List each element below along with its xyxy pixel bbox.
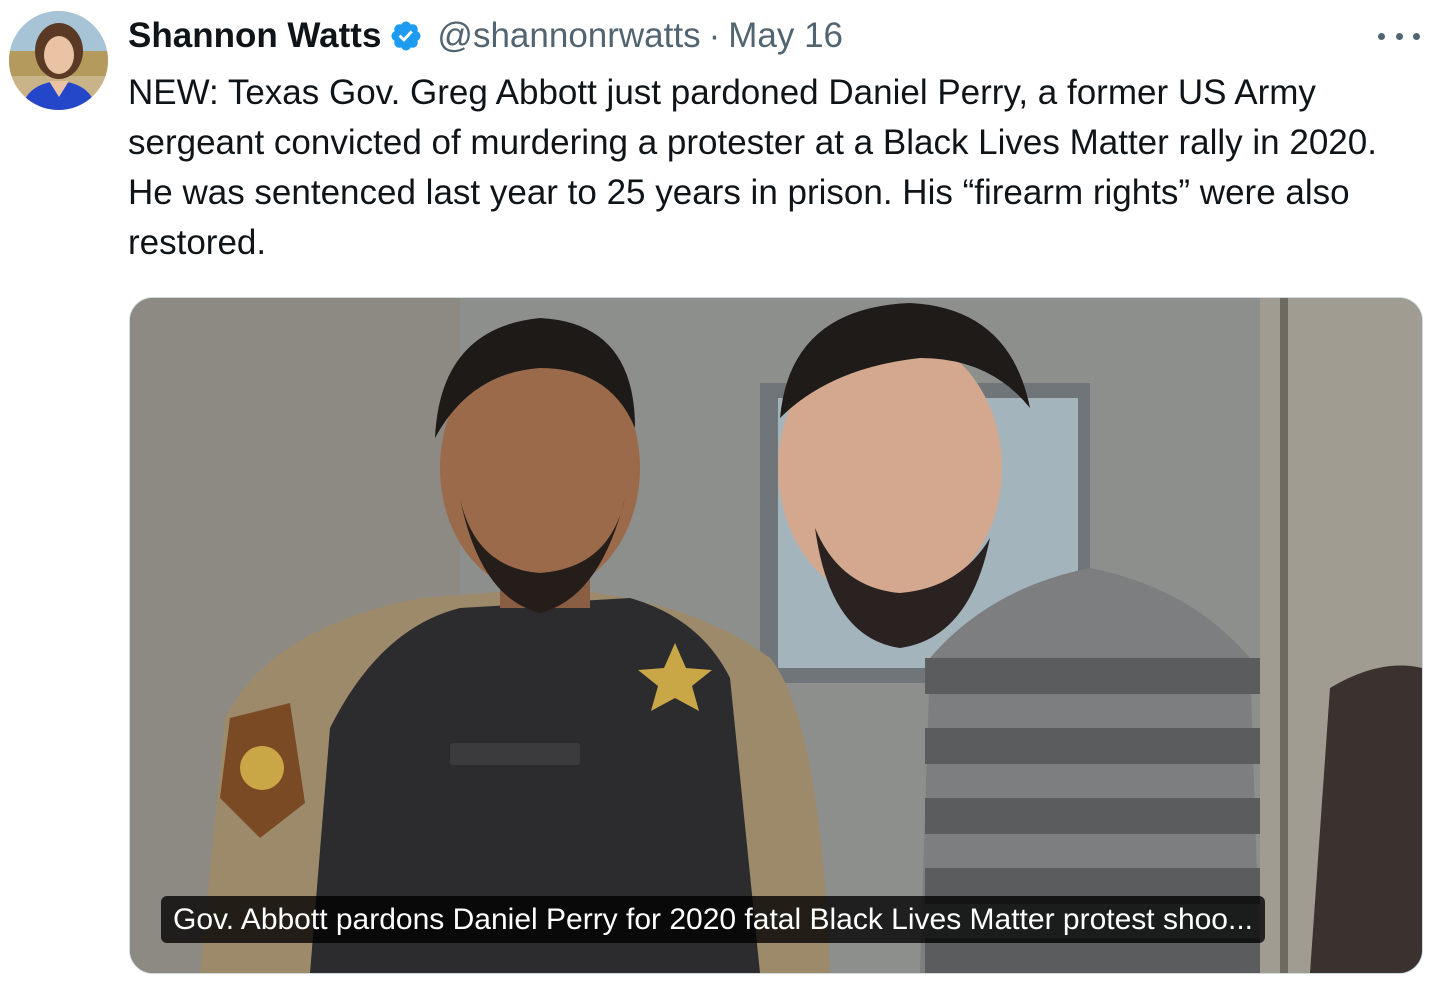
tweet-date[interactable]: May 16 [728, 16, 843, 56]
avatar-image [9, 11, 108, 110]
tweet[interactable]: Shannon Watts @shannonrwatts · May 16 NE… [0, 0, 1429, 991]
author-display-name[interactable]: Shannon Watts [128, 16, 381, 56]
more-dot [1413, 32, 1420, 40]
more-dot [1395, 32, 1403, 40]
tweet-header: Shannon Watts @shannonrwatts · May 16 [128, 14, 843, 58]
author-handle[interactable]: @shannonrwatts [437, 16, 700, 56]
verified-badge-icon [389, 19, 423, 53]
tweet-text: NEW: Texas Gov. Greg Abbott just pardone… [128, 73, 1377, 262]
more-dot [1378, 32, 1385, 40]
link-card-image [130, 298, 1422, 973]
link-card[interactable]: Gov. Abbott pardons Daniel Perry for 202… [129, 297, 1423, 974]
link-card-caption: Gov. Abbott pardons Daniel Perry for 202… [161, 896, 1265, 943]
avatar[interactable] [9, 11, 108, 110]
header-separator: · [708, 16, 721, 55]
more-options-icon[interactable] [1378, 26, 1420, 46]
